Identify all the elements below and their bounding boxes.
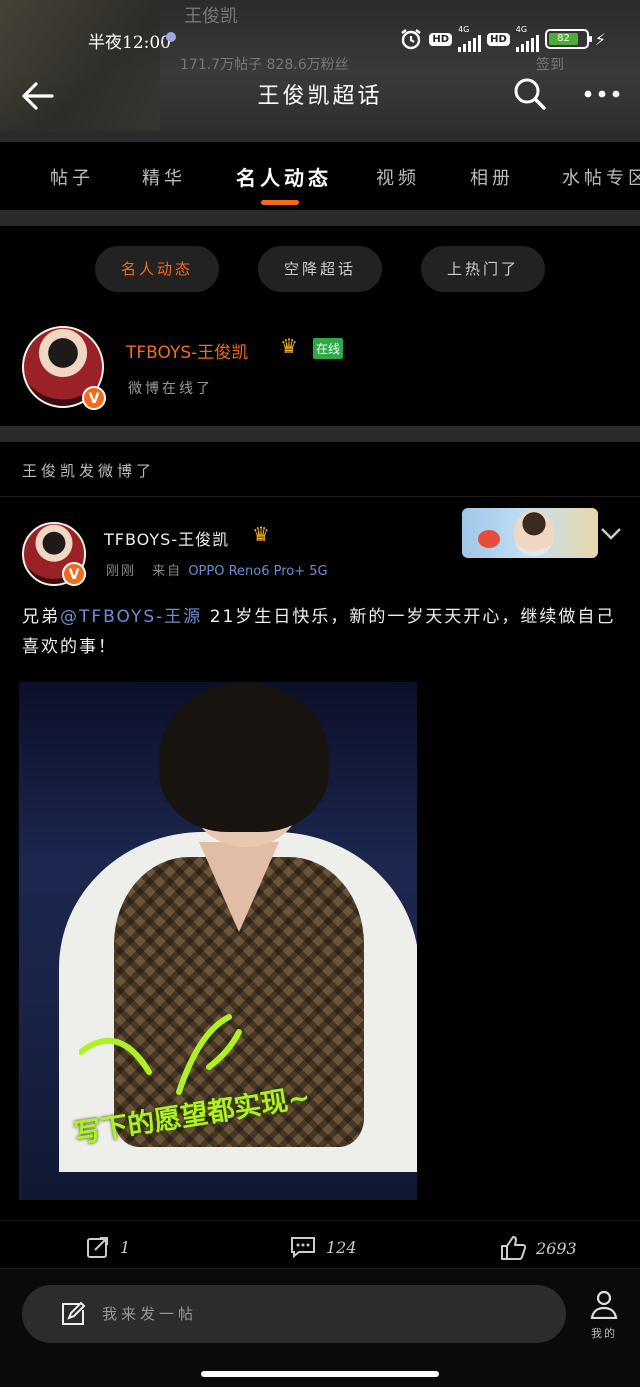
crown-icon: ♛ [280,334,298,358]
search-icon[interactable] [510,74,550,114]
repost-button[interactable]: 1 [86,1235,130,1259]
post-source-prefix: 来自 [152,564,183,579]
crown-icon: ♛ [252,522,270,546]
status-bar: 半夜12:00 HD 4G HD 4G 82 ⚡ [0,22,640,56]
post-meta: 刚刚 来自 OPPO Reno6 Pro+ 5G [106,560,328,579]
chevron-down-icon[interactable] [600,526,622,542]
post-image[interactable]: 写下的愿望都实现~ [19,682,417,1200]
notification-dot-icon [166,32,176,42]
post-body: 兄弟@TFBOYS-王源 21岁生日快乐，新的一岁天天开心，继续做自己喜欢的事！ [22,602,622,662]
section-label: 王俊凯发微博了 [22,462,156,480]
tab-celebrity-updates[interactable]: 名人动态 [236,162,332,191]
like-button[interactable]: 2693 [500,1235,577,1261]
repost-icon [87,1237,108,1258]
divider [0,210,640,226]
tab-album[interactable]: 相册 [470,164,514,190]
signal-icon [458,34,482,52]
nav-bar: 王俊凯超话 [0,70,640,122]
chip-celebrity-updates[interactable]: 名人动态 [95,246,219,292]
status-time: 半夜12:00 [88,33,171,53]
online-user-name[interactable]: TFBOYS-王俊凯 [126,338,248,363]
tab-bar: 帖子 精华 名人动态 视频 相册 水帖专区 [0,142,640,210]
thumbs-up-icon [501,1236,526,1260]
more-options-icon[interactable] [580,74,624,114]
filter-section: 名人动态 空降超话 上热门了 V TFBOYS-王俊凯 ♛ 在线 微博在线了 [0,226,640,426]
divider [0,496,640,497]
like-count: 2693 [536,1238,577,1258]
profile-button[interactable]: 我的 [586,1289,622,1341]
home-indicator[interactable] [201,1371,439,1377]
battery-level: 82 [548,33,579,45]
post-time: 刚刚 [106,564,137,579]
repost-count: 1 [120,1237,131,1257]
hd-badge-2: HD [487,32,510,46]
alarm-icon [401,29,422,50]
edit-icon [62,1301,86,1325]
post-actions: 1 124 2693 [0,1220,640,1268]
chip-airdrop[interactable]: 空降超话 [258,246,382,292]
comment-count: 124 [326,1237,357,1257]
person-icon [590,1290,618,1320]
battery-icon: 82 [544,29,592,49]
card-avatar-image [514,510,554,556]
tab-featured[interactable]: 精华 [142,164,186,190]
profile-label: 我的 [591,1327,617,1340]
divider [0,426,640,442]
online-status-badge: 在线 [313,338,344,359]
post-card: V TFBOYS-王俊凯 ♛ 刚刚 来自 OPPO Reno6 Pro+ 5G … [0,498,640,1268]
hd-badge: HD [429,32,453,46]
verified-badge-icon: V [82,386,106,410]
verified-badge-icon: V [62,562,86,586]
mention-link[interactable]: @TFBOYS-王源 [60,607,202,627]
post-device: OPPO Reno6 Pro+ 5G [188,564,328,579]
comment-button[interactable]: 124 [290,1235,357,1259]
online-user-row[interactable]: V TFBOYS-王俊凯 ♛ 在线 微博在线了 [22,326,622,416]
chip-trending[interactable]: 上热门了 [421,246,545,292]
signal-icon-2 [515,34,539,52]
tab-casual-posts[interactable]: 水帖专区 [562,164,640,190]
network-type-2: 4G [515,25,528,34]
supertopic-header: 王俊凯 171.7万帖子 828.6万粉丝 签到 半夜12:00 HD 4G H… [0,0,640,132]
charging-icon: ⚡ [594,29,606,49]
compose-placeholder: 我来发一帖 [102,1305,198,1323]
bird-sticker-icon [478,530,500,548]
tab-videos[interactable]: 视频 [376,164,420,190]
online-subtitle: 微博在线了 [128,381,213,397]
network-type: 4G [458,25,470,34]
bottom-bar: 我来发一帖 我的 [0,1268,640,1387]
active-tab-indicator [261,200,299,205]
comment-icon [291,1237,315,1259]
compose-post-input[interactable]: 我来发一帖 [22,1285,566,1343]
tab-posts[interactable]: 帖子 [50,164,94,190]
post-text-before: 兄弟 [22,607,60,627]
divider [0,132,640,142]
card-decoration [462,508,598,558]
post-author-name[interactable]: TFBOYS-王俊凯 [104,526,229,550]
